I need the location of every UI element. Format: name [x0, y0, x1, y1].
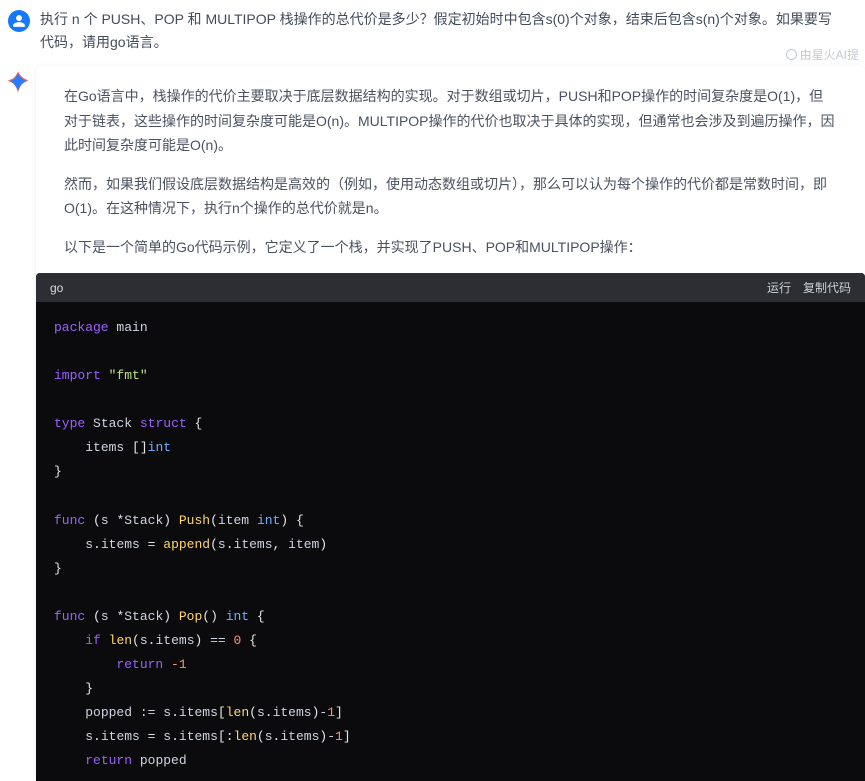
bot-avatar-icon — [6, 70, 30, 94]
answer-paragraph: 在Go语言中，栈操作的代价主要取决于底层数据结构的实现。对于数组或切片，PUSH… — [64, 84, 837, 158]
powered-by-label: 由星火AI提 — [800, 46, 859, 63]
run-button[interactable]: 运行 — [767, 279, 791, 296]
powered-by: 由星火AI提 — [786, 46, 859, 63]
user-avatar-icon — [8, 10, 30, 32]
code-block: go 运行 复制代码 package main import "fmt" typ… — [36, 273, 865, 781]
spark-icon — [786, 49, 797, 60]
code-content[interactable]: package main import "fmt" type Stack str… — [36, 302, 865, 781]
answer-paragraph: 然而，如果我们假设底层数据结构是高效的（例如，使用动态数组或切片），那么可以认为… — [64, 172, 837, 221]
code-actions: 运行 复制代码 — [767, 279, 851, 296]
answer-paragraph: 以下是一个简单的Go代码示例，它定义了一个栈，并实现了PUSH、POP和MULT… — [64, 235, 837, 260]
answer-block: 由星火AI提 在Go语言中，栈操作的代价主要取决于底层数据结构的实现。对于数组或… — [0, 66, 865, 781]
question-text: 执行 n 个 PUSH、POP 和 MULTIPOP 栈操作的总代价是多少？假定… — [40, 8, 835, 54]
question-row: 执行 n 个 PUSH、POP 和 MULTIPOP 栈操作的总代价是多少？假定… — [0, 0, 865, 66]
code-header: go 运行 复制代码 — [36, 273, 865, 302]
code-lang-label: go — [50, 281, 63, 295]
answer-card: 在Go语言中，栈操作的代价主要取决于底层数据结构的实现。对于数组或切片，PUSH… — [36, 66, 865, 781]
copy-button[interactable]: 复制代码 — [803, 279, 851, 296]
